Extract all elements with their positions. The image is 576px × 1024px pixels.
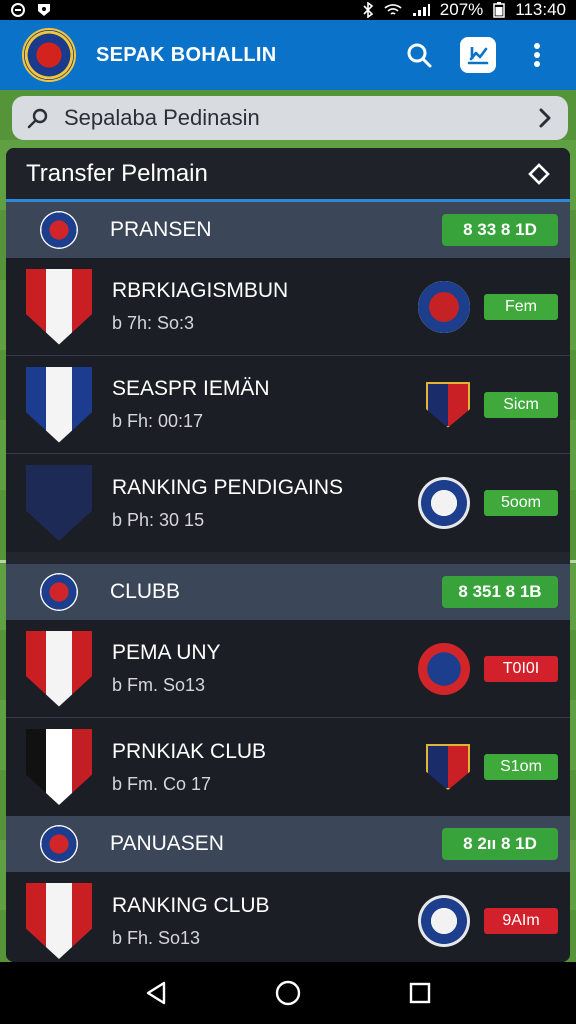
player-name: RBRKIAGISMBUN xyxy=(112,279,289,302)
fee-badge: 9AIm xyxy=(484,908,558,934)
club-badge xyxy=(40,211,78,249)
player-meta: b 7h: So:3 xyxy=(112,313,195,333)
to-club-badge xyxy=(418,895,470,947)
list-item[interactable]: SEASPR IEMÄN b Fh: 00:17 Sicm xyxy=(6,356,570,454)
app-title: SEPAK BOHALLIN xyxy=(96,43,277,66)
list-item[interactable]: PRNKIAK CLUB b Fm. Co 17 S1om xyxy=(6,718,570,816)
back-button[interactable] xyxy=(136,973,176,1013)
panel-title: Transfer Pelmain xyxy=(26,159,208,187)
fee-badge: T0I0I xyxy=(484,655,558,682)
to-club-badge xyxy=(426,744,470,790)
from-club-crest xyxy=(26,630,92,707)
search-icon xyxy=(407,43,432,68)
fee-badge: Fem xyxy=(484,293,558,320)
player-name: RANKING PENDIGAINS xyxy=(112,475,344,499)
diamond-icon xyxy=(528,162,550,185)
group-stat-pill: 8 33 8 1D xyxy=(442,214,558,246)
club-badge xyxy=(40,573,78,611)
from-club-crest xyxy=(26,883,92,959)
fee-badge: 5oom xyxy=(484,490,558,516)
battery-percent: 207% xyxy=(439,0,484,19)
to-club-badge xyxy=(426,381,470,428)
app-logo xyxy=(22,28,76,82)
group-name: PRANSEN xyxy=(110,218,212,241)
stats-button[interactable] xyxy=(460,37,496,73)
fee-badge: S1om xyxy=(484,754,558,780)
shield-notification-icon xyxy=(38,4,50,16)
list-item[interactable]: RBRKIAGISMBUN b 7h: So:3 Fem xyxy=(6,258,570,356)
player-name: SEASPR IEMÄN xyxy=(112,377,270,400)
group-header[interactable]: PANUASEN 8 2ıı 8 1D xyxy=(6,816,570,872)
more-options-button[interactable] xyxy=(520,38,554,72)
to-club-badge xyxy=(418,280,470,333)
back-icon xyxy=(146,981,166,1005)
group-header[interactable]: CLUBB 8 351 8 1B xyxy=(6,564,570,620)
panel-header[interactable]: Transfer Pelmain xyxy=(6,148,570,202)
group-stat-pill: 8 351 8 1B xyxy=(442,576,558,608)
club-badge xyxy=(40,825,78,863)
more-vert-icon xyxy=(534,43,540,67)
group-header[interactable]: PRANSEN 8 33 8 1D xyxy=(6,202,570,258)
search-button[interactable] xyxy=(402,38,436,72)
player-meta: b Fm. So13 xyxy=(112,675,206,695)
from-club-crest xyxy=(26,366,92,443)
app-bar: SEPAK BOHALLIN xyxy=(0,20,576,90)
from-club-crest xyxy=(26,268,92,345)
chart-icon xyxy=(467,47,489,65)
home-icon xyxy=(275,980,301,1006)
sync-icon xyxy=(11,3,25,17)
list-item[interactable]: RANKING PENDIGAINS b Ph: 30 15 5oom xyxy=(6,454,570,552)
search-bar[interactable]: Sepalaba Pedinasin xyxy=(12,96,568,140)
recents-icon xyxy=(409,982,431,1004)
group-name: PANUASEN xyxy=(110,832,224,855)
player-meta: b Fh. So13 xyxy=(112,927,201,948)
chevron-right-icon xyxy=(539,108,551,128)
search-placeholder: Sepalaba Pedinasin xyxy=(64,105,260,130)
clock: 113:40 xyxy=(515,0,566,19)
group-body: RBRKIAGISMBUN b 7h: So:3 Fem SEASPR IEMÄ… xyxy=(6,258,570,552)
list-item[interactable]: RANKING CLUB b Fh. So13 9AIm xyxy=(6,872,570,962)
home-button[interactable] xyxy=(268,973,308,1013)
system-nav-bar xyxy=(0,962,576,1024)
transfer-panel: Transfer Pelmain PRANSEN 8 33 8 1D RBRKI… xyxy=(6,148,570,962)
to-club-badge xyxy=(418,477,470,529)
player-meta: b Fh: 00:17 xyxy=(112,411,204,431)
from-club-crest xyxy=(26,465,92,541)
player-meta: b Fm. Co 17 xyxy=(112,773,212,794)
group-body: RANKING CLUB b Fh. So13 9AIm xyxy=(6,872,570,962)
pen-icon xyxy=(27,108,48,129)
player-name: RANKING CLUB xyxy=(112,893,270,917)
to-club-badge xyxy=(418,642,470,695)
recents-button[interactable] xyxy=(400,973,440,1013)
fee-badge: Sicm xyxy=(484,391,558,418)
list-item[interactable]: PEMA UNY b Fm. So13 T0I0I xyxy=(6,620,570,718)
battery-icon xyxy=(493,2,506,18)
group-body: PEMA UNY b Fm. So13 T0I0I PRNKIAK CLUB b… xyxy=(6,620,570,816)
bluetooth-icon xyxy=(363,2,373,18)
from-club-crest xyxy=(26,729,92,805)
group-stat-pill: 8 2ıı 8 1D xyxy=(442,828,558,860)
wifi-icon xyxy=(384,4,402,15)
player-name: PEMA UNY xyxy=(112,641,221,664)
player-meta: b Ph: 30 15 xyxy=(112,509,205,530)
signal-icon xyxy=(412,4,430,16)
player-name: PRNKIAK CLUB xyxy=(112,739,267,763)
group-name: CLUBB xyxy=(110,580,181,603)
status-bar: 207% 113:40 xyxy=(0,0,576,20)
